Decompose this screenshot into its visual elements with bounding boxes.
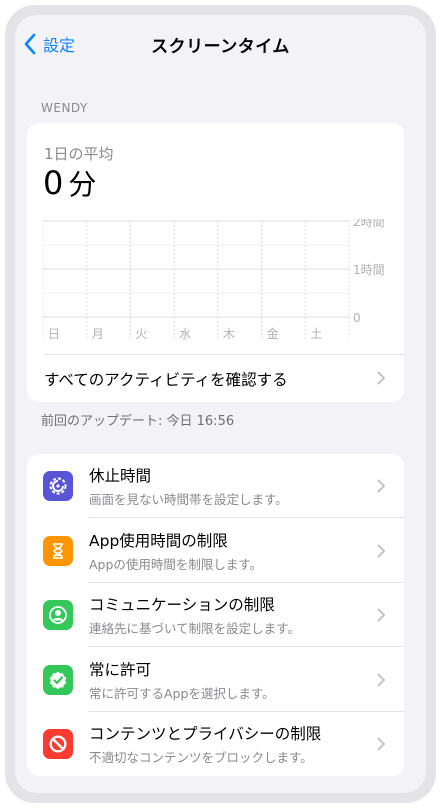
moon-clock-icon	[43, 471, 73, 501]
page-title: スクリーンタイム	[151, 37, 290, 57]
chevron-right-icon	[377, 673, 386, 687]
menu-subtitle: 画面を見ない時間帯を設定します。	[89, 492, 288, 507]
x-tick-label: 木	[223, 327, 235, 341]
last-updated-text: 前回のアップデート: 今日 16:56	[41, 414, 235, 429]
menu-row-content-privacy[interactable]: コンテンツとプライバシーの制限 不適切なコンテンツをブロックします。	[27, 712, 404, 776]
menu-row-communication-limits[interactable]: コミュニケーションの制限連絡先に基づいて制限を設定します。	[27, 583, 404, 647]
screen: 設定 スクリーンタイム WENDY 1日の平均 0分 2時間 1時間 0 日月火水木金…	[15, 15, 426, 793]
usage-chart: 2時間 1時間 0 日 月 火 水 木 金 土	[43, 219, 385, 341]
device-frame: 設定 スクリーンタイム WENDY 1日の平均 0分 2時間 1時間 0 日月火水木金…	[5, 5, 436, 803]
menu-subtitle: 常に許可するAppを選択します。	[89, 685, 275, 701]
chevron-right-icon	[377, 608, 386, 622]
menu-subtitle: 連絡先に基づいて制限を設定します。	[89, 621, 300, 636]
daily-average-label: 1日の平均	[44, 145, 114, 163]
person-circle-icon	[43, 600, 73, 630]
chevron-right-icon	[377, 544, 386, 558]
menu-title: コミュニケーションの制限	[89, 596, 275, 614]
x-tick-label: 火	[135, 327, 147, 341]
menu-row-always-allowed[interactable]: 常に許可常に許可するAppを選択します。	[27, 648, 404, 712]
see-all-activity-button[interactable]: すべてのアクティビティを確認する	[27, 355, 404, 401]
y-tick-label: 0	[353, 311, 361, 325]
chevron-right-icon	[377, 479, 386, 493]
menu-subtitle: Appの使用時間を制限します。	[89, 556, 263, 572]
see-all-activity-label: すべてのアクティビティを確認する	[44, 371, 288, 389]
no-entry-icon	[43, 729, 73, 759]
y-tick-label: 1時間	[353, 263, 385, 277]
menu-title: 休止時間	[89, 467, 152, 485]
x-tick-label: 土	[310, 327, 322, 341]
x-tick-label: 月	[92, 327, 104, 341]
chevron-right-icon	[377, 737, 386, 751]
menu-title: 常に許可	[89, 660, 152, 679]
section-header: WENDY	[41, 101, 88, 115]
menu-title: App使用時間の制限	[89, 531, 228, 550]
menu-subtitle: 不適切なコンテンツをブロックします。	[89, 750, 313, 765]
x-tick-label: 水	[179, 327, 191, 341]
hourglass-icon	[43, 535, 73, 566]
check-badge-icon	[43, 664, 73, 695]
chevron-right-icon	[377, 371, 386, 385]
settings-menu: 休止時間画面を見ない時間帯を設定します。 App使用時間の制限 Appの使用時間を制…	[27, 454, 404, 776]
x-tick-label: 日	[48, 327, 60, 341]
x-tick-label: 金	[267, 326, 279, 341]
menu-title: コンテンツとプライバシーの制限	[89, 725, 322, 743]
navigation-bar: 設定 スクリーンタイム	[15, 15, 426, 71]
summary-card: 1日の平均 0分 2時間 1時間 0 日月火水木金土 すべてのアクティビティを確認する	[27, 123, 404, 402]
y-tick-label: 2時間	[353, 219, 385, 229]
daily-average-number: 0	[43, 164, 65, 202]
daily-average-unit: 分	[68, 168, 98, 201]
menu-row-downtime[interactable]: 休止時間画面を見ない時間帯を設定します。	[27, 454, 404, 518]
menu-row-app-limits[interactable]: App使用時間の制限 Appの使用時間を制限します。	[27, 519, 404, 583]
daily-average-value: 0分	[43, 163, 97, 203]
